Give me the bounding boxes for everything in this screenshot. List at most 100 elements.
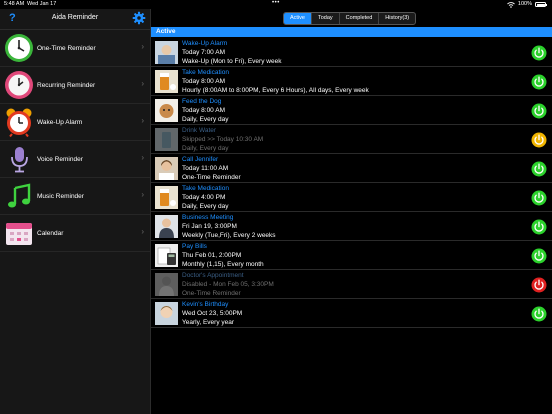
sidebar-item-label: Voice Reminder [37, 155, 83, 163]
reminder-repeat: One-Time Reminder [182, 174, 241, 182]
reminder-repeat: Daily, Every day [182, 145, 229, 153]
power-toggle-icon[interactable] [531, 45, 547, 61]
tab-history[interactable]: History(3) [378, 13, 415, 24]
reminder-row[interactable]: Pay Bills Thu Feb 01, 2:00PM Monthly (1,… [151, 241, 552, 270]
reminder-time: Thu Feb 01, 2:00PM [182, 252, 242, 260]
sidebar-item-label: Wake-Up Alarm [37, 118, 83, 126]
sidebar-item-wake-up-alarm[interactable]: Wake-Up Alarm › [0, 104, 150, 141]
status-date: Wed Jan 17 [27, 1, 57, 7]
recurring-clock-icon [5, 71, 33, 99]
person-icon [155, 157, 178, 180]
reminder-title: Take Medication [182, 185, 229, 192]
reminder-title: Pay Bills [182, 243, 207, 250]
reminder-title: Call Jennifer [182, 156, 219, 163]
reminder-list: Wake-Up Alarm Today 7:00 AM Wake-Up (Mon… [151, 38, 552, 328]
sidebar-item-music-reminder[interactable]: Music Reminder › [0, 178, 150, 215]
power-toggle-icon[interactable] [531, 103, 547, 119]
power-toggle-icon[interactable] [531, 219, 547, 235]
sidebar-item-recurring-reminder[interactable]: Recurring Reminder › [0, 67, 150, 104]
reminder-time: Today 7:00 AM [182, 49, 225, 57]
status-time: 5:48 AM [4, 1, 25, 7]
power-toggle-icon[interactable] [531, 161, 547, 177]
photo-icon [155, 41, 178, 64]
dog-icon [155, 99, 178, 122]
meeting-icon [155, 215, 178, 238]
battery-percent: 100% [517, 1, 532, 7]
reminder-repeat: Wake-Up (Mon to Fri), Every week [182, 58, 282, 66]
reminder-row[interactable]: Wake-Up Alarm Today 7:00 AM Wake-Up (Mon… [151, 38, 552, 67]
sidebar-item-voice-reminder[interactable]: Voice Reminder › [0, 141, 150, 178]
chevron-right-icon: › [141, 79, 144, 88]
reminder-repeat: Hourly (8:00AM to 8:00PM, Every 6 Hours)… [182, 87, 369, 95]
reminder-title: Doctor's Appointment [182, 272, 244, 279]
bills-icon [155, 244, 178, 267]
sidebar-item-label: Calendar [37, 229, 64, 237]
chevron-right-icon: › [141, 42, 144, 51]
reminder-time: Today 4:00 PM [182, 194, 226, 202]
reminder-time: Today 8:00 AM [182, 78, 225, 86]
gear-icon[interactable] [132, 11, 146, 25]
reminder-row[interactable]: Call Jennifer Today 11:00 AM One-Time Re… [151, 154, 552, 183]
power-toggle-icon[interactable] [531, 248, 547, 264]
medication-icon [155, 70, 178, 93]
reminder-repeat: Weekly (Tue,Fri), Every 2 weeks [182, 232, 276, 240]
power-toggle-icon[interactable] [531, 277, 547, 293]
reminder-repeat: One-Time Reminder [182, 290, 241, 298]
tab-active[interactable]: Active [284, 13, 311, 24]
tab-today[interactable]: Today [310, 13, 339, 24]
reminder-time: Skipped >> Today 10:30 AM [182, 136, 264, 144]
reminder-time: Today 8:00 AM [182, 107, 225, 115]
clock-icon [5, 34, 33, 62]
sidebar-item-calendar[interactable]: Calendar › [0, 215, 150, 252]
sidebar-header: ? Aida Reminder [0, 9, 150, 30]
reminder-repeat: Daily, Every day [182, 116, 229, 124]
battery-icon [535, 2, 547, 7]
power-toggle-icon[interactable] [531, 132, 547, 148]
reminder-title: Feed the Dog [182, 98, 222, 105]
sidebar-item-one-time-reminder[interactable]: One-Time Reminder › [0, 30, 150, 67]
alarm-clock-icon [6, 108, 32, 137]
sidebar: ? Aida Reminder One-Time Reminder › Recu… [0, 9, 151, 414]
reminder-row[interactable]: Doctor's Appointment Disabled - Mon Feb … [151, 270, 552, 299]
reminder-row[interactable]: Take Medication Today 4:00 PM Daily, Eve… [151, 183, 552, 212]
reminder-repeat: Yearly, Every year [182, 319, 235, 327]
sidebar-item-label: One-Time Reminder [37, 44, 96, 52]
reminder-repeat: Monthly (1,15), Every month [182, 261, 264, 269]
reminder-title: Drink Water [182, 127, 217, 134]
sidebar-item-label: Recurring Reminder [37, 81, 96, 89]
chevron-right-icon: › [141, 153, 144, 162]
status-right: 100% [507, 0, 547, 9]
chevron-right-icon: › [141, 227, 144, 236]
reminder-row[interactable]: Kevin's Birthday Wed Oct 23, 5:00PM Year… [151, 299, 552, 328]
water-icon [155, 128, 178, 151]
multitask-indicator[interactable]: ••• [272, 0, 280, 7]
reminder-title: Wake-Up Alarm [182, 40, 228, 47]
reminder-repeat: Daily, Every day [182, 203, 229, 211]
reminder-row[interactable]: Drink Water Skipped >> Today 10:30 AM Da… [151, 125, 552, 154]
microphone-icon [11, 147, 28, 173]
filter-tabs: Active Today Completed History(3) [283, 12, 417, 25]
reminder-row[interactable]: Feed the Dog Today 8:00 AM Daily, Every … [151, 96, 552, 125]
power-toggle-icon[interactable] [531, 74, 547, 90]
reminder-row[interactable]: Take Medication Today 8:00 AM Hourly (8:… [151, 67, 552, 96]
reminder-title: Business Meeting [182, 214, 234, 221]
power-toggle-icon[interactable] [531, 306, 547, 322]
status-bar: 5:48 AM Wed Jan 17 ••• 100% [0, 0, 552, 9]
wifi-icon [507, 1, 515, 8]
medication-icon [155, 186, 178, 209]
reminder-time: Today 11:00 AM [182, 165, 229, 173]
main-panel: Active Today Completed History(3) Active… [151, 9, 552, 414]
chevron-right-icon: › [141, 116, 144, 125]
reminder-row[interactable]: Business Meeting Fri Jan 19, 3:00PM Week… [151, 212, 552, 241]
doctor-icon [155, 273, 178, 296]
reminder-time: Fri Jan 19, 3:00PM [182, 223, 237, 231]
app-title: Aida Reminder [51, 14, 99, 21]
power-toggle-icon[interactable] [531, 190, 547, 206]
reminder-title: Kevin's Birthday [182, 301, 229, 308]
section-header: Active [151, 27, 552, 37]
chevron-right-icon: › [141, 190, 144, 199]
reminder-time: Wed Oct 23, 5:00PM [182, 310, 243, 318]
sidebar-item-label: Music Reminder [37, 192, 84, 200]
calendar-icon [6, 223, 32, 245]
tab-completed[interactable]: Completed [338, 13, 379, 24]
